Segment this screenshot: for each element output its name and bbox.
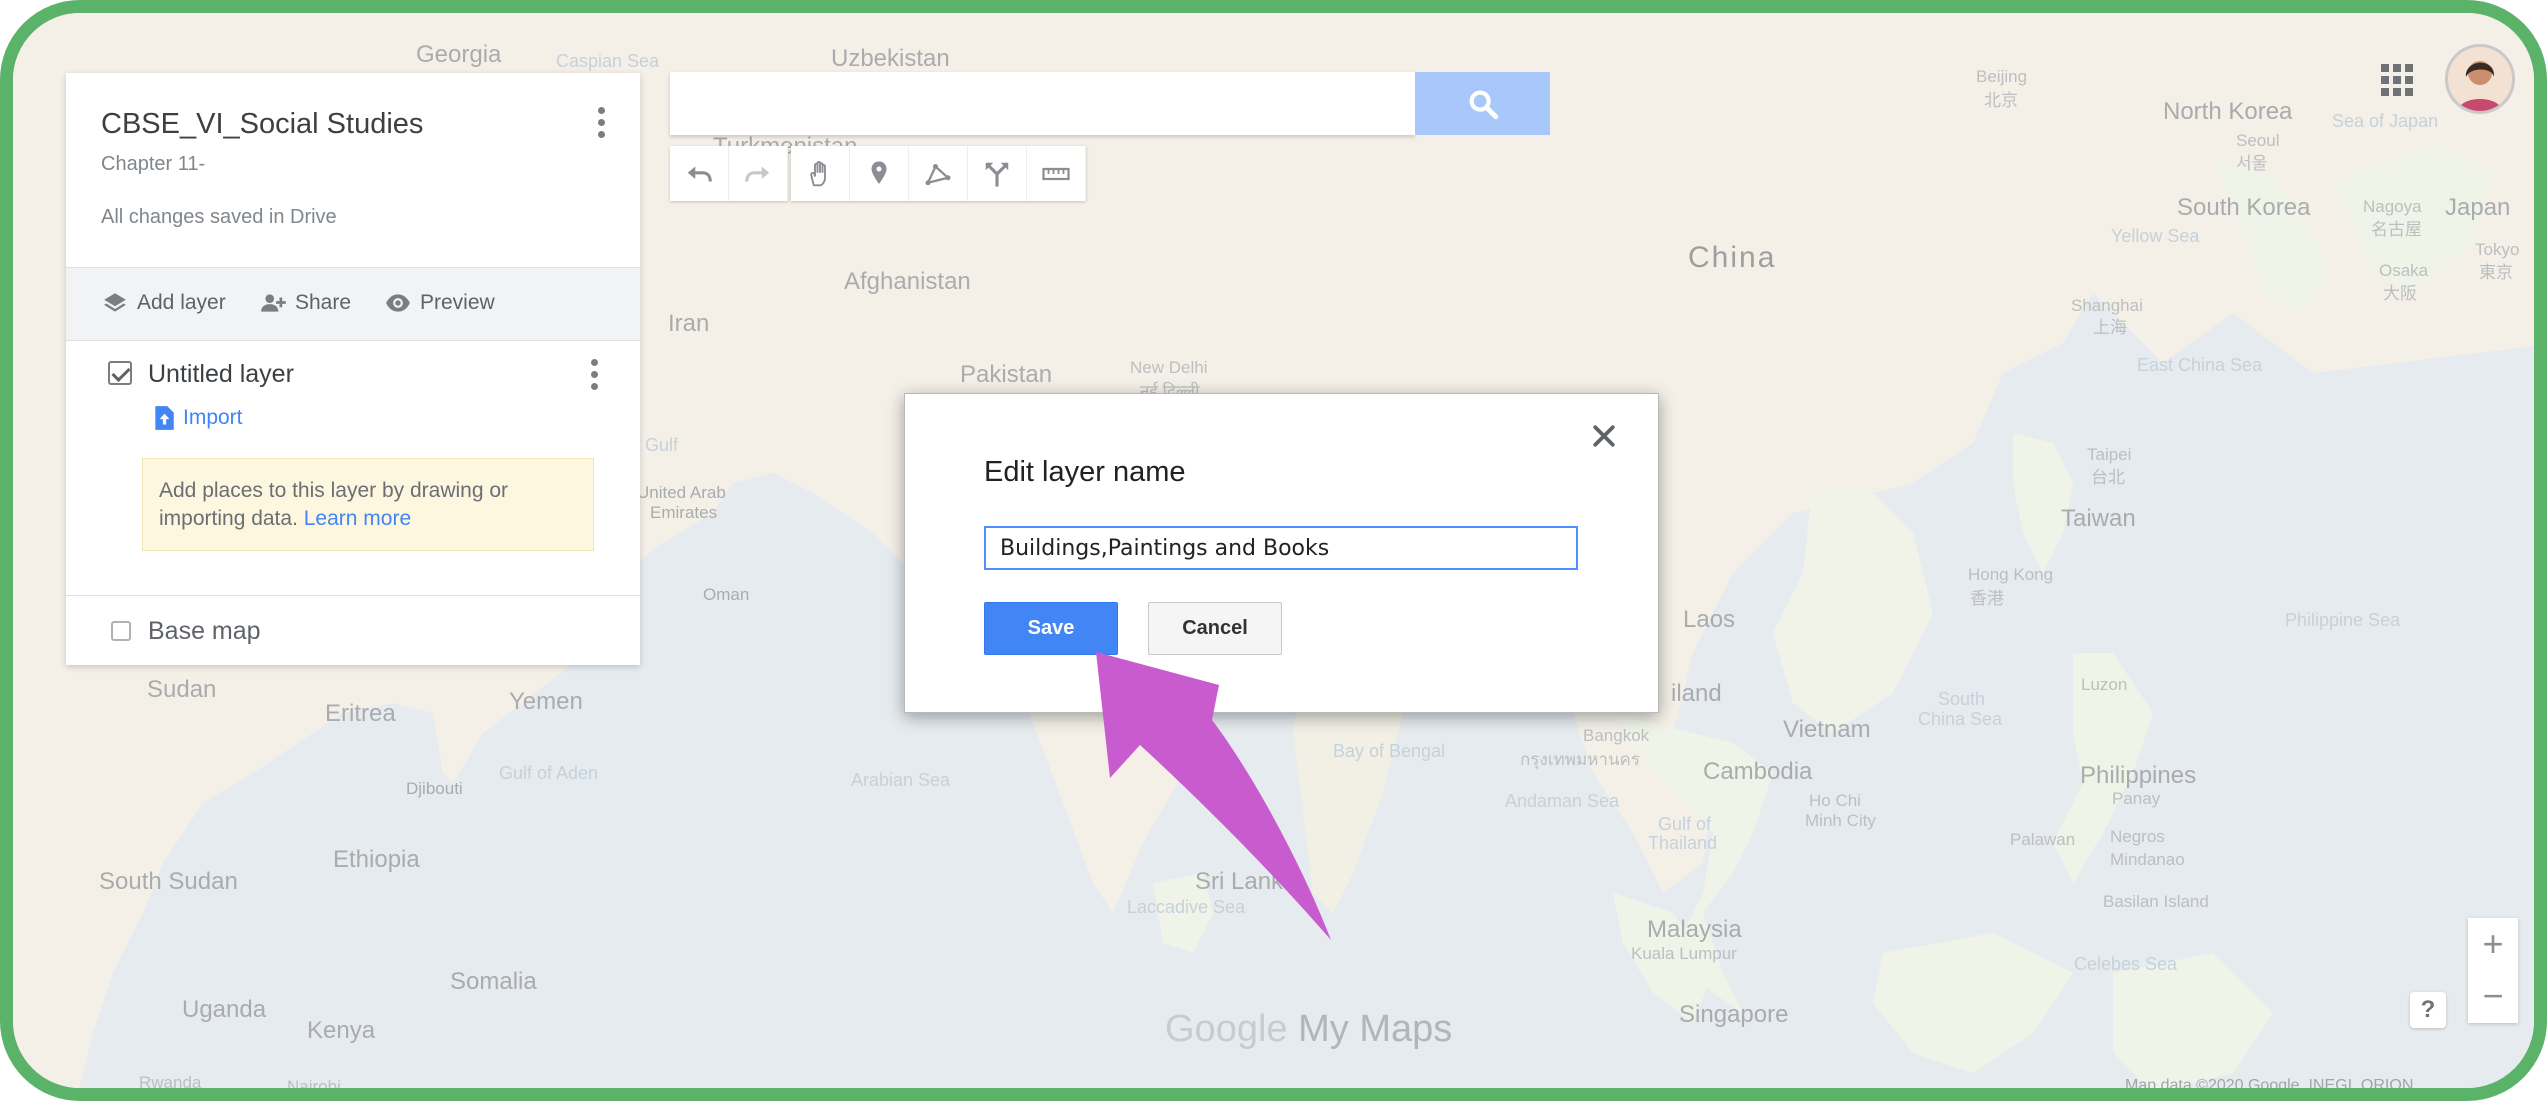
panel-actions-bar: Add layer Share Preview [66, 267, 640, 341]
map-options-menu-icon[interactable] [594, 107, 608, 143]
map-description[interactable]: Chapter 11- [101, 153, 205, 176]
map-attribution[interactable]: Map data ©2020 Google, INEGI, ORION [2125, 1077, 2413, 1088]
zoom-control: + − [2468, 918, 2518, 1023]
zoom-in-button[interactable]: + [2468, 918, 2518, 970]
save-button[interactable]: Save [984, 602, 1118, 655]
hand-icon [810, 160, 826, 186]
layer-empty-hint: Add places to this layer by drawing or i… [142, 458, 594, 551]
divider [66, 595, 640, 596]
file-upload-icon [155, 406, 174, 430]
google-logo-text: Google [1165, 1008, 1288, 1050]
share-label: Share [295, 291, 352, 314]
search-icon [1469, 90, 1498, 119]
my-maps-text: My Maps [1287, 1008, 1453, 1050]
layers-icon [104, 293, 126, 312]
layer-options-menu-icon[interactable] [587, 359, 601, 395]
ruler-icon [1042, 167, 1070, 180]
preview-label: Preview [420, 291, 495, 314]
google-my-maps-watermark: Google My Maps [1165, 1008, 1452, 1051]
base-map-label[interactable]: Base map [148, 617, 261, 646]
apps-grid-icon[interactable] [2381, 64, 2413, 96]
search-box [670, 72, 1415, 135]
undo-icon [687, 166, 712, 182]
import-label: Import [183, 406, 243, 429]
draw-line-icon [925, 163, 951, 185]
select-items-button[interactable] [791, 146, 850, 201]
layer-name-input[interactable] [984, 526, 1578, 570]
import-link[interactable]: Import [153, 405, 243, 431]
help-button[interactable]: ? [2410, 992, 2446, 1028]
avatar[interactable] [2445, 44, 2515, 114]
marker-icon [871, 161, 887, 184]
add-directions-button[interactable] [968, 146, 1027, 201]
undo-redo-toolbar [670, 146, 788, 201]
draw-line-button[interactable] [909, 146, 968, 201]
close-icon[interactable] [1589, 421, 1619, 451]
share-button[interactable]: Share [259, 290, 351, 316]
search-input[interactable] [670, 72, 1415, 135]
add-layer-button[interactable]: Add layer [101, 290, 226, 316]
zoom-out-button[interactable]: − [2468, 970, 2518, 1022]
add-marker-button[interactable] [850, 146, 909, 201]
user-photo [2448, 47, 2512, 111]
layer-visibility-checkbox[interactable] [108, 361, 132, 385]
redo-icon [745, 166, 770, 182]
dialog-title: Edit layer name [984, 456, 1186, 488]
eye-icon [386, 294, 410, 312]
add-person-icon [261, 294, 286, 312]
base-map-toggle[interactable] [111, 621, 131, 641]
search-button[interactable] [1415, 72, 1550, 135]
redo-button[interactable] [729, 146, 788, 201]
undo-button[interactable] [670, 146, 729, 201]
edit-layer-name-dialog: Edit layer name Save Cancel [904, 393, 1659, 713]
directions-icon [985, 162, 1009, 186]
drawing-toolbar [791, 146, 1086, 201]
map-title[interactable]: CBSE_VI_Social Studies [101, 108, 423, 141]
cancel-button[interactable]: Cancel [1148, 602, 1282, 655]
map-legend-panel: CBSE_VI_Social Studies Chapter 11- All c… [66, 73, 640, 665]
save-status: All changes saved in Drive [101, 206, 337, 228]
layer-name[interactable]: Untitled layer [148, 360, 294, 389]
measure-distance-button[interactable] [1027, 146, 1086, 201]
learn-more-link[interactable]: Learn more [304, 507, 411, 530]
add-layer-label: Add layer [137, 291, 226, 314]
preview-button[interactable]: Preview [384, 290, 495, 316]
